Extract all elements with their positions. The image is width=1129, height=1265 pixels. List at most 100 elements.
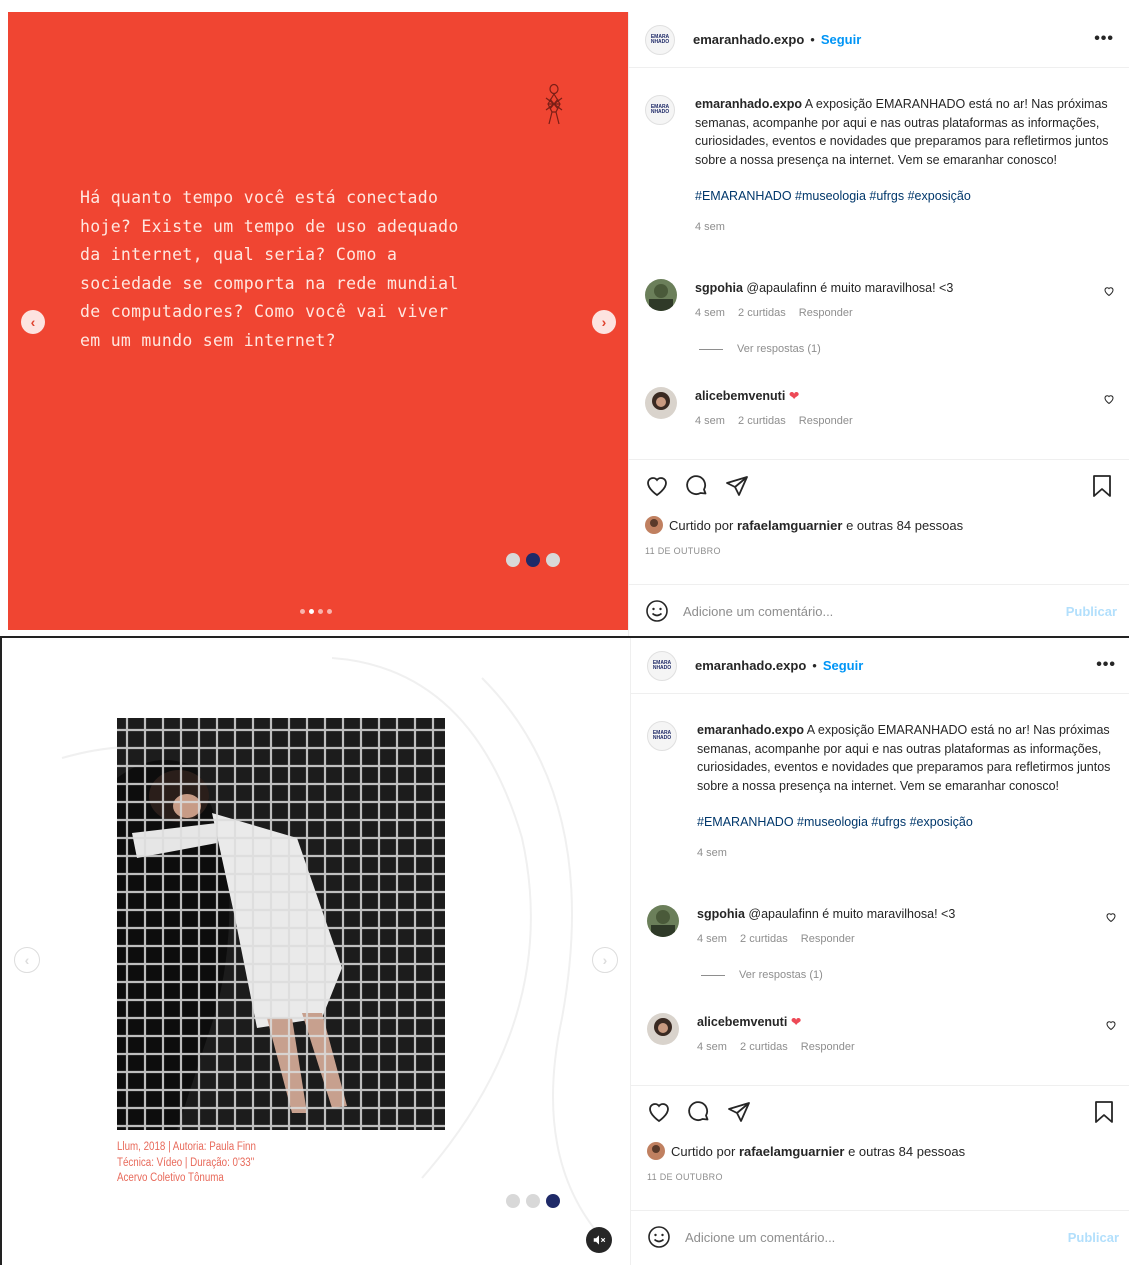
comment-time[interactable]: 4 sem bbox=[697, 933, 727, 945]
save-bookmark-icon[interactable] bbox=[1093, 1100, 1115, 1124]
liked-by-user[interactable]: rafaelamguarnier bbox=[739, 1144, 845, 1159]
video-player[interactable] bbox=[117, 718, 445, 1130]
comment-time[interactable]: 4 sem bbox=[695, 415, 725, 427]
profile-avatar[interactable]: EMARA NHADO bbox=[645, 24, 675, 55]
speaker-muted-icon bbox=[593, 1235, 606, 1245]
publish-button[interactable]: Publicar bbox=[1066, 604, 1117, 619]
avatar-logo-text: EMARA NHADO bbox=[650, 104, 670, 115]
view-replies-label: Ver respostas (1) bbox=[737, 343, 821, 355]
separator-dot: • bbox=[812, 658, 817, 673]
commenter-avatar[interactable] bbox=[645, 387, 677, 419]
reply-button[interactable]: Responder bbox=[801, 1041, 855, 1053]
comment-input[interactable]: Adicione um comentário... bbox=[685, 1230, 835, 1245]
save-bookmark-icon[interactable] bbox=[1091, 474, 1113, 498]
emaranhado-logo-icon bbox=[545, 83, 563, 125]
comment-like-heart-icon[interactable] bbox=[1103, 285, 1115, 297]
liked-by-row: Curtido por rafaelamguarnier e outras 84… bbox=[645, 516, 963, 534]
page-dot bbox=[546, 553, 560, 567]
post-panel-1: Há quanto tempo você está conectado hoje… bbox=[0, 0, 1129, 636]
comment-input[interactable]: Adicione um comentário... bbox=[683, 604, 833, 619]
reply-button[interactable]: Responder bbox=[799, 307, 853, 319]
liker-avatar[interactable] bbox=[647, 1142, 665, 1160]
replies-line bbox=[699, 348, 723, 350]
reply-button[interactable]: Responder bbox=[801, 933, 855, 945]
comment-like-heart-icon[interactable] bbox=[1103, 393, 1115, 405]
prev-slide-button[interactable]: ‹ bbox=[14, 947, 40, 973]
comment-item: sgpohia @apaulafinn é muito maravilhosa!… bbox=[645, 279, 1115, 355]
emoji-smiley-icon[interactable] bbox=[645, 599, 669, 623]
caption-hashtags[interactable]: #EMARANHADO #museologia #ufrgs #exposiçã… bbox=[697, 813, 1117, 832]
comment-like-heart-icon[interactable] bbox=[1105, 1019, 1117, 1031]
liked-by-suffix[interactable]: e outras 84 pessoas bbox=[848, 1144, 965, 1159]
page-dot bbox=[506, 553, 520, 567]
username-link[interactable]: emaranhado.expo bbox=[693, 32, 804, 47]
share-paper-plane-icon[interactable] bbox=[727, 1100, 751, 1124]
prev-slide-button[interactable]: ‹ bbox=[21, 310, 45, 334]
follow-button[interactable]: Seguir bbox=[821, 32, 861, 47]
like-heart-icon[interactable] bbox=[647, 1100, 671, 1124]
liked-by-suffix[interactable]: e outras 84 pessoas bbox=[846, 518, 963, 533]
comment-item: sgpohia @apaulafinn é muito maravilhosa!… bbox=[647, 905, 1117, 981]
post-actions: Curtido por rafaelamguarnier e outras 84… bbox=[631, 1085, 1129, 1248]
next-slide-button[interactable]: › bbox=[592, 947, 618, 973]
slide-question-text: Há quanto tempo você está conectado hoje… bbox=[80, 188, 459, 350]
mute-button[interactable] bbox=[586, 1227, 612, 1253]
emoji-smiley-icon[interactable] bbox=[647, 1225, 671, 1249]
slide-page-dots bbox=[506, 1194, 560, 1208]
comment-bubble-icon[interactable] bbox=[685, 474, 709, 498]
page-dot-active bbox=[546, 1194, 560, 1208]
caption-time[interactable]: 4 sem bbox=[697, 847, 727, 859]
comment-time[interactable]: 4 sem bbox=[695, 307, 725, 319]
view-replies-label: Ver respostas (1) bbox=[739, 969, 823, 981]
post-sidebar: EMARA NHADO emaranhado.expo • Seguir •••… bbox=[630, 638, 1129, 1265]
liked-by-user[interactable]: rafaelamguarnier bbox=[737, 518, 843, 533]
like-heart-icon[interactable] bbox=[645, 474, 669, 498]
chevron-right-icon: › bbox=[602, 952, 608, 968]
liked-by-prefix: Curtido por bbox=[669, 517, 734, 533]
comment-likes[interactable]: 2 curtidas bbox=[738, 307, 786, 319]
share-paper-plane-icon[interactable] bbox=[725, 474, 749, 498]
caption-hashtags[interactable]: #EMARANHADO #museologia #ufrgs #exposiçã… bbox=[695, 187, 1115, 206]
comment-like-heart-icon[interactable] bbox=[1105, 911, 1117, 923]
comment-likes[interactable]: 2 curtidas bbox=[740, 933, 788, 945]
follow-button[interactable]: Seguir bbox=[823, 658, 863, 673]
more-options-button[interactable]: ••• bbox=[1096, 656, 1116, 674]
next-slide-button[interactable]: › bbox=[592, 310, 616, 334]
more-options-button[interactable]: ••• bbox=[1094, 30, 1114, 48]
comment-username[interactable]: sgpohia bbox=[695, 281, 743, 295]
comment-heart-emoji: ❤ bbox=[788, 389, 800, 403]
commenter-avatar[interactable] bbox=[647, 1013, 679, 1045]
slide-page-dots bbox=[506, 553, 560, 567]
comment-username[interactable]: sgpohia bbox=[697, 907, 745, 921]
comment-username[interactable]: alicebemvenuti bbox=[697, 1015, 787, 1029]
caption-line-2: Técnica: Vídeo | Duração: 0'33" bbox=[117, 1156, 255, 1169]
caption-username[interactable]: emaranhado.expo bbox=[695, 97, 802, 111]
caption-avatar[interactable]: EMARA NHADO bbox=[645, 95, 675, 125]
comment-likes[interactable]: 2 curtidas bbox=[740, 1041, 788, 1053]
post-actions: Curtido por rafaelamguarnier e outras 84… bbox=[629, 459, 1129, 622]
comment-username[interactable]: alicebemvenuti bbox=[695, 389, 785, 403]
profile-avatar[interactable]: EMARA NHADO bbox=[647, 650, 677, 681]
view-replies-button[interactable]: Ver respostas (1) bbox=[695, 340, 1115, 359]
comment-time[interactable]: 4 sem bbox=[697, 1041, 727, 1053]
chevron-left-icon: ‹ bbox=[30, 314, 36, 330]
carousel-dot bbox=[327, 609, 332, 614]
commenter-avatar[interactable] bbox=[645, 279, 677, 311]
post-date[interactable]: 11 DE OUTUBRO bbox=[645, 546, 721, 556]
chevron-right-icon: › bbox=[601, 314, 607, 330]
username-link[interactable]: emaranhado.expo bbox=[695, 658, 806, 673]
caption-avatar[interactable]: EMARA NHADO bbox=[647, 721, 677, 751]
reply-button[interactable]: Responder bbox=[799, 415, 853, 427]
caption-time[interactable]: 4 sem bbox=[695, 221, 725, 233]
carousel-dot bbox=[300, 609, 305, 614]
liker-avatar[interactable] bbox=[645, 516, 663, 534]
comment-likes[interactable]: 2 curtidas bbox=[738, 415, 786, 427]
caption-username[interactable]: emaranhado.expo bbox=[697, 723, 804, 737]
post-date[interactable]: 11 DE OUTUBRO bbox=[647, 1172, 723, 1182]
comment-bubble-icon[interactable] bbox=[687, 1100, 711, 1124]
publish-button[interactable]: Publicar bbox=[1068, 1230, 1119, 1245]
view-replies-button[interactable]: Ver respostas (1) bbox=[697, 966, 1117, 985]
caption-line-1: Llum, 2018 | Autoria: Paula Finn bbox=[117, 1141, 256, 1153]
avatar-logo-text: EMARA NHADO bbox=[652, 659, 672, 671]
commenter-avatar[interactable] bbox=[647, 905, 679, 937]
